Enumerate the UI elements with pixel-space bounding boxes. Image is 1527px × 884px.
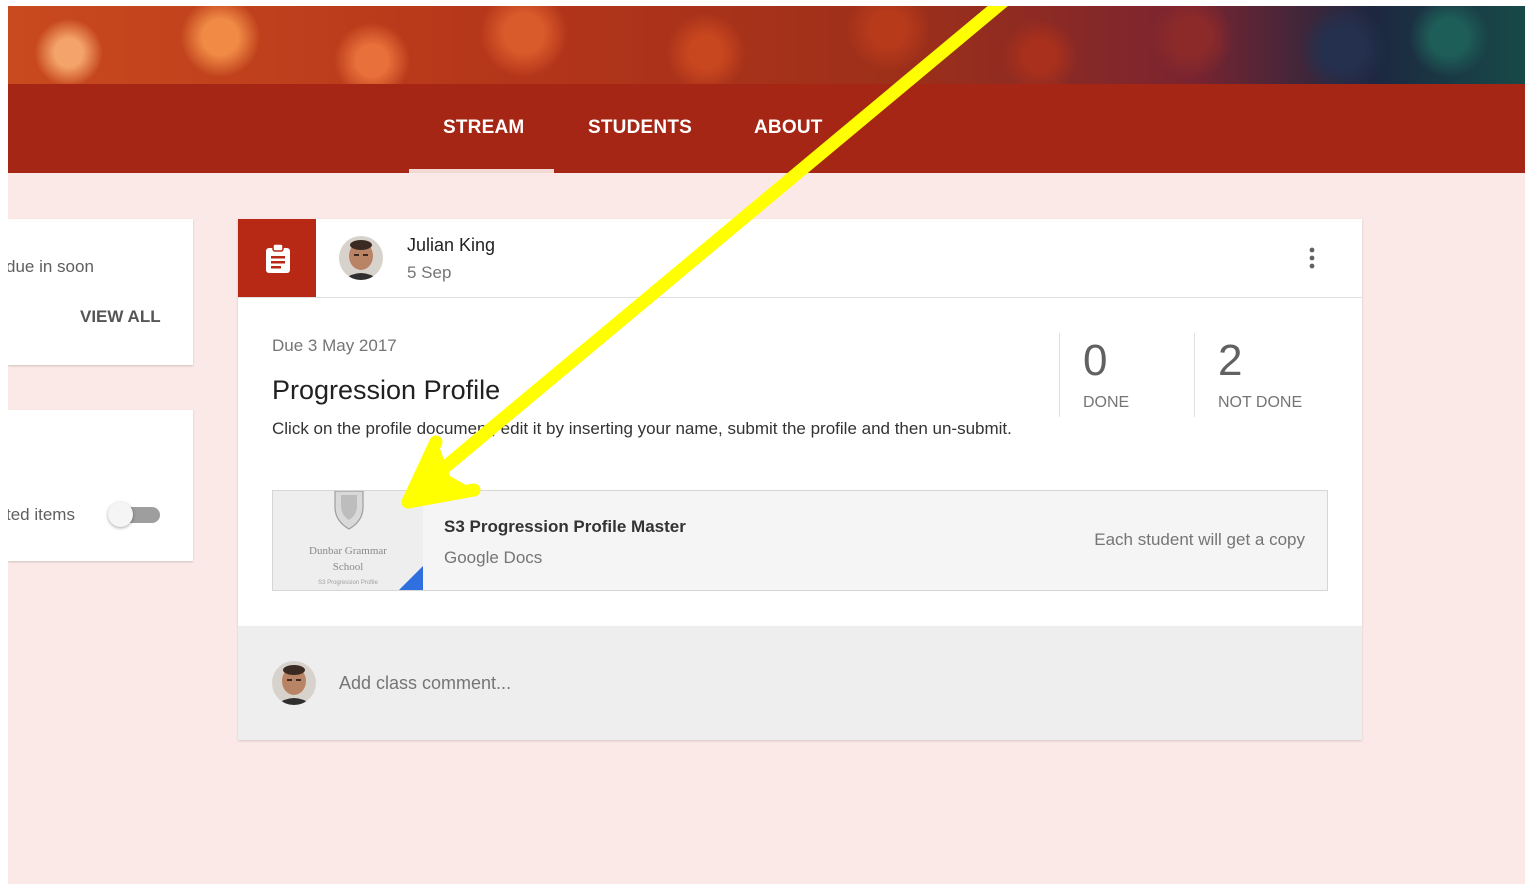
tab-about[interactable]: ABOUT	[754, 117, 823, 139]
assignment-post: Julian King 5 Sep Due 3 May 2017 Progres…	[238, 219, 1362, 626]
stats-divider-middle	[1194, 333, 1195, 417]
upcoming-text: due in soon	[8, 257, 94, 276]
assignment-title[interactable]: Progression Profile	[272, 375, 500, 406]
author-name[interactable]: Julian King	[407, 235, 495, 256]
class-comment-bar: Add class comment...	[238, 626, 1362, 740]
upcoming-card: due in soon VIEW ALL	[8, 219, 193, 365]
view-all-link[interactable]: VIEW ALL	[80, 307, 161, 327]
assignment-description: Click on the profile document, edit it b…	[272, 419, 1012, 438]
not-done-count[interactable]: 2	[1218, 336, 1242, 386]
attachment-type: Google Docs	[444, 548, 543, 567]
attachment-card[interactable]: Dunbar Grammar School S3 Progression Pro…	[272, 490, 1328, 591]
toggle-label: ted items	[8, 505, 75, 524]
tab-students[interactable]: STUDENTS	[588, 117, 692, 139]
more-options-icon[interactable]	[1302, 245, 1322, 273]
tab-stream[interactable]: STREAM	[443, 117, 524, 139]
assignment-icon-box	[238, 219, 316, 297]
class-banner	[8, 6, 1525, 84]
attachment-thumbnail: Dunbar Grammar School S3 Progression Pro…	[273, 491, 423, 590]
attachment-name[interactable]: S3 Progression Profile Master	[444, 517, 686, 537]
author-avatar	[339, 236, 383, 280]
assignment-icon	[266, 244, 290, 273]
stats-divider-left	[1059, 333, 1060, 417]
done-label: DONE	[1083, 394, 1130, 411]
copy-note: Each student will get a copy	[1094, 530, 1305, 549]
class-comment-input[interactable]: Add class comment...	[339, 673, 511, 694]
show-items-toggle[interactable]	[108, 502, 162, 527]
google-docs-corner-icon	[399, 566, 423, 590]
thumb-school-line1: Dunbar Grammar	[309, 545, 387, 557]
post-header-divider	[238, 297, 1362, 298]
post-date: 5 Sep	[407, 263, 452, 282]
school-crest-icon	[334, 491, 364, 530]
classroom-app: STREAM STUDENTS ABOUT due in soon VIEW A…	[8, 6, 1525, 884]
toggle-knob	[108, 502, 133, 527]
show-items-card: ted items	[8, 410, 193, 561]
class-header: STREAM STUDENTS ABOUT	[8, 84, 1525, 173]
not-done-label: NOT DONE	[1218, 394, 1303, 411]
commenter-avatar	[272, 661, 316, 705]
done-count[interactable]: 0	[1083, 336, 1107, 386]
due-date: Due 3 May 2017	[272, 336, 397, 355]
active-tab-indicator	[409, 169, 554, 173]
